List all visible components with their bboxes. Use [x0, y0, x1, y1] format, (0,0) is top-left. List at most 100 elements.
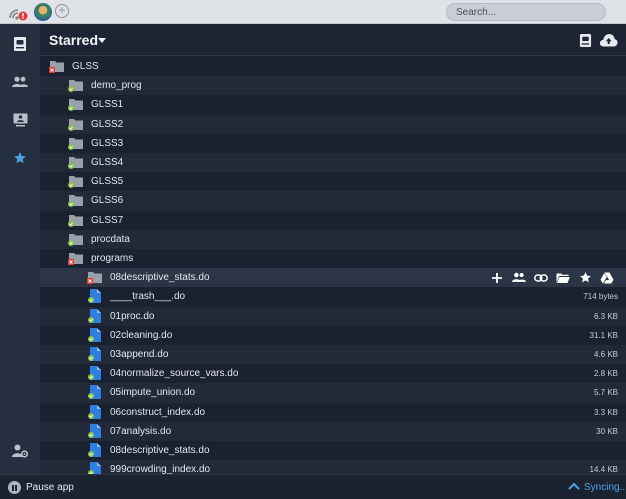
- status-bar: Pause app Syncing...: [0, 474, 626, 499]
- item-label: 07analysis.do: [110, 425, 172, 437]
- item-label: 08descriptive_stats.do: [110, 445, 210, 456]
- pause-icon[interactable]: [8, 481, 21, 494]
- item-label: 05impute_union.do: [110, 387, 196, 399]
- search-input[interactable]: [446, 3, 606, 21]
- folder-error-icon: [87, 272, 102, 285]
- add-account-icon[interactable]: +: [55, 4, 69, 18]
- add-button[interactable]: [490, 271, 504, 285]
- item-size: 14.4 KB: [589, 465, 618, 474]
- rail-shared-button[interactable]: [8, 71, 32, 93]
- rail-starred-button[interactable]: [8, 147, 32, 169]
- folder-error-icon: [68, 253, 83, 265]
- drive-icon: [14, 37, 26, 51]
- item-size: 5.7 KB: [593, 388, 618, 398]
- rail-account-settings-button[interactable]: [8, 440, 32, 462]
- file-synced-icon: [88, 366, 101, 381]
- item-label: 01proc.do: [110, 310, 155, 322]
- list-item[interactable]: GLSS4: [40, 153, 626, 173]
- list-item[interactable]: 08descriptive_stats.do: [40, 441, 626, 461]
- list-item[interactable]: GLSS: [40, 57, 626, 77]
- list-item[interactable]: GLSS3: [40, 133, 626, 153]
- content-header: Starred: [40, 24, 626, 56]
- plus-icon: [492, 272, 502, 283]
- open-folder-button[interactable]: [556, 271, 570, 285]
- network-error-icon[interactable]: [8, 4, 28, 22]
- pause-app-button[interactable]: Pause app: [26, 482, 74, 493]
- item-size: 30 KB: [596, 426, 618, 436]
- page-title[interactable]: Starred: [49, 32, 98, 48]
- list-item[interactable]: 01proc.do 6.3 KB: [40, 306, 626, 326]
- folder-synced-icon: [68, 118, 83, 131]
- sync-icon: [568, 482, 580, 490]
- item-label: GLSS3: [91, 137, 124, 149]
- chevron-down-icon[interactable]: [98, 38, 106, 43]
- item-size: 31.1 KB: [589, 330, 618, 340]
- item-size: 6.3 KB: [593, 311, 618, 321]
- file-list: GLSS demo_prog GLSS1 GLSS2 GLSS3 GLSS4 G…: [40, 57, 626, 474]
- people-icon: [12, 76, 28, 87]
- item-label: 02cleaning.do: [110, 329, 173, 341]
- item-label: programs: [91, 253, 134, 264]
- user-settings-icon: [12, 444, 28, 458]
- list-item[interactable]: procdata: [40, 229, 626, 249]
- list-item[interactable]: 05impute_union.do 5.7 KB: [40, 383, 626, 403]
- list-item[interactable]: 03append.do 4.6 KB: [40, 345, 626, 365]
- folder-synced-icon: [68, 137, 83, 150]
- upload-button[interactable]: [598, 31, 618, 49]
- list-item[interactable]: 06construct_index.do 3.3 KB: [40, 402, 626, 422]
- file-synced-icon: [88, 347, 101, 361]
- copy-link-button[interactable]: [534, 271, 548, 285]
- computer-icon: [13, 113, 27, 127]
- item-label: GLSS5: [91, 176, 124, 188]
- item-label: procdata: [91, 233, 130, 245]
- folder-open-icon: [556, 273, 570, 283]
- star-button[interactable]: [578, 271, 592, 285]
- left-rail: [0, 24, 40, 474]
- folder-synced-icon: [68, 80, 83, 93]
- folder-synced-icon: [68, 233, 83, 246]
- list-item[interactable]: GLSS2: [40, 114, 626, 134]
- folder-error-icon: [49, 61, 64, 73]
- item-label: GLSS1: [91, 99, 124, 111]
- item-label: 06construct_index.do: [110, 406, 206, 418]
- item-label: 08descriptive_stats.do: [110, 272, 210, 284]
- file-synced-icon: [88, 289, 101, 304]
- list-item[interactable]: 02cleaning.do 31.1 KB: [40, 325, 626, 345]
- list-item[interactable]: GLSS5: [40, 172, 626, 192]
- open-in-drive-button[interactable]: [600, 271, 614, 285]
- list-item[interactable]: 04normalize_source_vars.do 2.8 KB: [40, 364, 626, 384]
- item-size: 714 bytes: [583, 292, 618, 302]
- drive-button[interactable]: [575, 31, 595, 49]
- list-item[interactable]: GLSS1: [40, 95, 626, 115]
- folder-synced-icon: [68, 99, 83, 112]
- sync-status[interactable]: Syncing...: [584, 482, 626, 493]
- file-synced-icon: [88, 327, 101, 342]
- list-item[interactable]: demo_prog: [40, 76, 626, 96]
- item-label: demo_prog: [91, 80, 142, 92]
- avatar[interactable]: [34, 3, 52, 21]
- share-button[interactable]: [512, 271, 526, 285]
- list-item[interactable]: 999crowding_index.do 14.4 KB: [40, 460, 626, 474]
- item-label: GLSS7: [91, 214, 124, 226]
- list-item[interactable]: ____trash___.do 714 bytes: [40, 287, 626, 307]
- file-synced-icon: [88, 462, 101, 474]
- folder-synced-icon: [68, 214, 83, 227]
- star-icon: [579, 272, 591, 283]
- file-synced-icon: [88, 404, 101, 419]
- file-synced-icon: [88, 443, 101, 457]
- star-icon: [14, 152, 26, 164]
- list-item[interactable]: GLSS6: [40, 191, 626, 211]
- list-item[interactable]: 08descriptive_stats.do: [40, 268, 626, 288]
- file-synced-icon: [88, 385, 101, 400]
- item-label: 04normalize_source_vars.do: [110, 368, 239, 380]
- item-label: GLSS: [72, 61, 99, 72]
- list-item[interactable]: programs: [40, 249, 626, 269]
- rail-computers-button[interactable]: [8, 109, 32, 131]
- list-item[interactable]: GLSS7: [40, 210, 626, 230]
- file-synced-icon: [88, 423, 101, 438]
- folder-synced-icon: [68, 157, 83, 169]
- item-size: 4.6 KB: [593, 350, 618, 359]
- rail-recents-button[interactable]: [8, 33, 32, 55]
- list-item[interactable]: 07analysis.do 30 KB: [40, 421, 626, 441]
- top-bar: +: [0, 0, 626, 24]
